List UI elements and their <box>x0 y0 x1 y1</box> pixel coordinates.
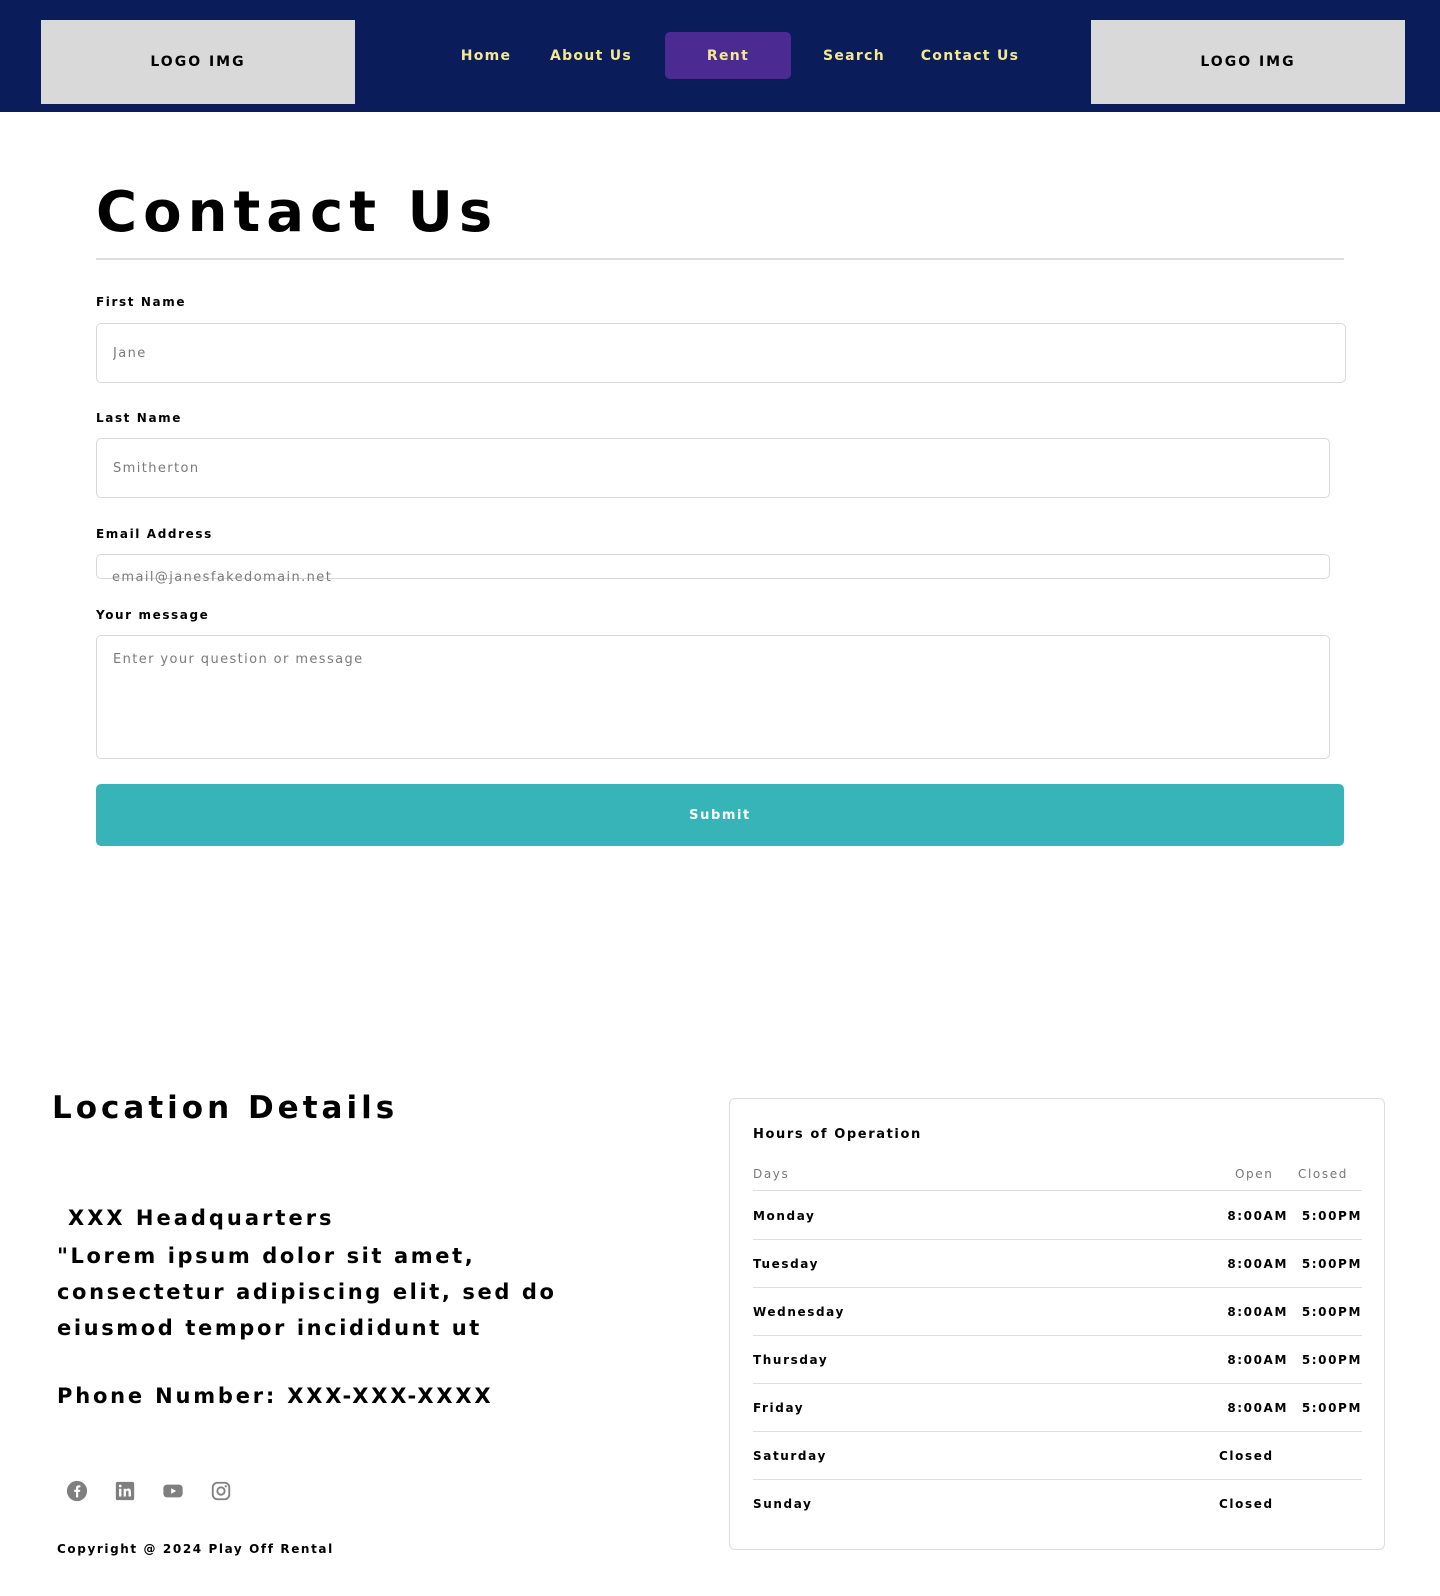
table-row: Monday 8:00AM 5:00PM <box>753 1192 1362 1240</box>
instagram-icon[interactable] <box>210 1480 232 1502</box>
row-close: 5:00PM <box>1301 1401 1362 1415</box>
location-description: "Lorem ipsum dolor sit amet, consectetur… <box>57 1244 557 1340</box>
last-name-field[interactable] <box>96 438 1330 498</box>
nav-search-link[interactable]: Search <box>814 32 894 79</box>
row-status: Closed <box>1219 1449 1274 1463</box>
row-close: 5:00PM <box>1301 1353 1362 1367</box>
location-name: XXX Headquarters <box>68 1206 335 1230</box>
row-open: 8:00AM <box>1227 1353 1288 1367</box>
copyright-text: Copyright @ 2024 Play Off Rental <box>57 1542 334 1556</box>
row-day: Friday <box>753 1401 805 1415</box>
site-header: LOGO IMG Home About Us Rent Search Conta… <box>0 0 1440 112</box>
row-close: 5:00PM <box>1301 1209 1362 1223</box>
table-row: Wednesday 8:00AM 5:00PM <box>753 1288 1362 1336</box>
logo-left[interactable]: LOGO IMG <box>41 20 355 104</box>
facebook-icon[interactable] <box>66 1480 88 1502</box>
row-open: 8:00AM <box>1227 1257 1288 1271</box>
row-day: Monday <box>753 1209 816 1223</box>
header-closed: Closed <box>1298 1167 1348 1181</box>
row-day: Saturday <box>753 1449 827 1463</box>
row-day: Sunday <box>753 1497 813 1511</box>
submit-button[interactable]: Submit <box>96 784 1344 846</box>
last-name-label: Last Name <box>96 411 182 425</box>
header-days: Days <box>753 1167 790 1181</box>
nav-contact-link[interactable]: Contact Us <box>908 32 1032 79</box>
table-row: Sunday Closed <box>753 1480 1362 1528</box>
nav-rent-link[interactable]: Rent <box>665 32 791 79</box>
location-phone: Phone Number: XXX-XXX-XXXX <box>57 1384 494 1408</box>
title-divider <box>96 258 1344 260</box>
row-day: Tuesday <box>753 1257 820 1271</box>
logo-right[interactable]: LOGO IMG <box>1091 20 1405 104</box>
header-open: Open <box>1235 1167 1274 1181</box>
table-row: Friday 8:00AM 5:00PM <box>753 1384 1362 1432</box>
row-day: Thursday <box>753 1353 829 1367</box>
row-open: 8:00AM <box>1227 1209 1288 1223</box>
email-label: Email Address <box>96 527 213 541</box>
table-row: Saturday Closed <box>753 1432 1362 1480</box>
row-status: Closed <box>1219 1497 1274 1511</box>
hours-table-header: Days Open Closed <box>753 1165 1362 1191</box>
location-title: Location Details <box>52 1090 399 1126</box>
table-row: Thursday 8:00AM 5:00PM <box>753 1336 1362 1384</box>
hours-title: Hours of Operation <box>753 1127 922 1142</box>
row-day: Wednesday <box>753 1305 845 1319</box>
row-open: 8:00AM <box>1227 1305 1288 1319</box>
first-name-label: First Name <box>96 295 187 309</box>
row-close: 5:00PM <box>1301 1257 1362 1271</box>
table-row: Tuesday 8:00AM 5:00PM <box>753 1240 1362 1288</box>
nav-home-link[interactable]: Home <box>456 32 516 79</box>
page-title: Contact Us <box>96 180 499 245</box>
email-field[interactable] <box>96 554 1330 579</box>
row-open: 8:00AM <box>1227 1401 1288 1415</box>
first-name-field[interactable] <box>96 323 1346 383</box>
hours-card: Hours of Operation Days Open Closed Mond… <box>729 1098 1385 1550</box>
linkedin-icon[interactable] <box>114 1480 136 1502</box>
row-close: 5:00PM <box>1301 1305 1362 1319</box>
youtube-icon[interactable] <box>162 1480 184 1502</box>
message-textarea[interactable] <box>96 635 1330 759</box>
nav-about-link[interactable]: About Us <box>540 32 642 79</box>
message-label: Your message <box>96 608 210 622</box>
